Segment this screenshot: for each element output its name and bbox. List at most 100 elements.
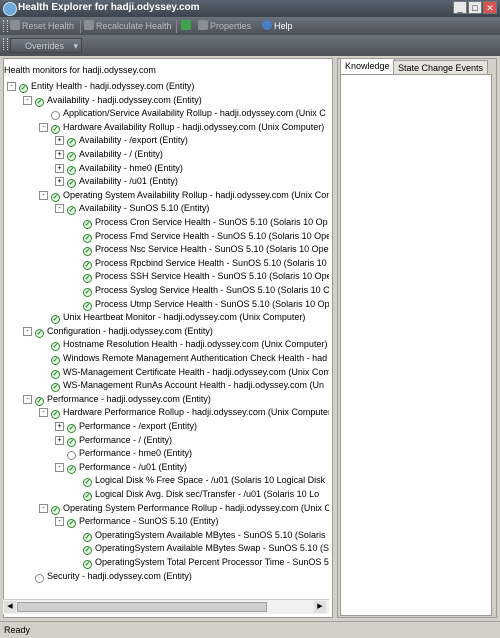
scroll-left-icon[interactable]: ◀ (4, 601, 16, 613)
collapse-icon[interactable]: - (23, 326, 32, 336)
tree-node[interactable]: ✓ Process Rpcbind Service Health - SunOS … (71, 257, 327, 270)
help-icon (262, 20, 272, 30)
tree-node-label: Performance - hme0 (Entity) (79, 448, 193, 459)
tree-node-label: Availability - SunOS 5.10 (Entity) (79, 203, 210, 214)
healthy-state-icon: ✓ (51, 383, 60, 393)
tree-node[interactable]: - ✓ Hardware Performance Rollup - hadji.od… (39, 406, 329, 420)
healthy-state-icon: ✓ (51, 192, 60, 202)
tree-node[interactable]: ✓ Logical Disk Avg. Disk sec/Transfer - /… (71, 488, 319, 501)
tree-node[interactable]: ✓ Process SSH Service Health - SunOS 5.10… (71, 270, 329, 284)
collapse-icon[interactable]: - (39, 122, 48, 132)
tree-node[interactable]: + ✓ Availability - /export (Entity) (55, 134, 188, 148)
healthy-state-icon: ✓ (51, 342, 60, 352)
healthy-state-icon: ✓ (83, 301, 92, 311)
reset-health-icon (10, 20, 20, 30)
refresh-icon (181, 20, 191, 30)
minimize-button[interactable]: _ (453, 1, 467, 14)
tree-node[interactable]: - ✓ Availability - hadji.odyssey.com (Enti… (23, 94, 202, 107)
unmonitored-state-icon: ✓ (67, 451, 76, 461)
properties-button[interactable]: Properties (198, 20, 251, 33)
tree-node[interactable]: ✓ WS-Management RunAs Account Health - ha… (39, 379, 324, 393)
healthy-state-icon: ✓ (67, 464, 76, 474)
tree-node[interactable]: ✓ Process Nsc Service Health - SunOS 5.10… (71, 243, 329, 257)
maximize-button[interactable]: □ (468, 1, 482, 14)
tree-node[interactable]: ✓ Windows Remote Management Authenticatio… (39, 352, 327, 365)
tree-node[interactable]: + ✓ Performance - / (Entity) (55, 434, 172, 447)
tree-node[interactable]: ✓Application/Service Availability Rollup… (39, 107, 326, 121)
tree-node[interactable]: ✓ Process Utmp Service Health - SunOS 5.1… (71, 298, 329, 311)
tree-node[interactable]: - ✓ Entity Health - hadji.odyssey.com (Ent… (7, 80, 194, 93)
tree-node[interactable]: ✓Performance - hme0 (Entity) (55, 447, 193, 461)
tree-node-label: Process Fmd Service Health - SunOS 5.10 … (95, 230, 329, 241)
health-tree[interactable]: - ✓ Entity Health - hadji.odyssey.com (Ent… (3, 80, 329, 594)
tab-knowledge[interactable]: Knowledge (340, 58, 395, 74)
tree-node[interactable]: ✓ Process Syslog Service Health - SunOS 5… (71, 284, 329, 297)
collapse-icon[interactable]: - (55, 204, 64, 214)
collapse-icon[interactable]: - (39, 503, 48, 513)
tree-node[interactable]: - ✓ Configuration - hadji.odyssey.com (Ent… (23, 325, 213, 338)
healthy-state-icon: ✓ (83, 546, 92, 556)
collapse-icon[interactable]: - (55, 517, 64, 527)
refresh-button[interactable] (181, 20, 193, 33)
scroll-right-icon[interactable]: ▶ (314, 601, 326, 613)
recalculate-health-button[interactable]: Recalculate Health (84, 20, 172, 33)
tree-node[interactable]: - ✓ Performance - /u01 (Entity) (55, 461, 187, 474)
tree-node[interactable]: - ✓ Performance - hadji.odyssey.com (Entit… (23, 393, 211, 406)
tree-node[interactable]: ✓ Process Fmd Service Health - SunOS 5.10… (71, 230, 329, 243)
toolbar-separator (80, 20, 81, 33)
healthy-state-icon: ✓ (83, 560, 92, 569)
tree-node-label: OperatingSystem Available MBytes Swap - … (95, 543, 329, 554)
tree-node[interactable]: ✓ OperatingSystem Available MBytes Swap -… (71, 542, 329, 556)
close-button[interactable]: ✕ (483, 1, 497, 14)
tree-node[interactable]: + ✓ Availability - / (Entity) (55, 148, 163, 161)
overrides-dropdown[interactable]: Overrides ▾ (10, 38, 82, 53)
tree-node[interactable]: ✓ Hostname Resolution Health - hadji.odys… (39, 338, 327, 352)
scrollbar-thumb[interactable] (17, 602, 267, 612)
tree-node[interactable]: ✓ OperatingSystem Total Percent Processor… (71, 556, 329, 569)
expand-icon[interactable]: + (55, 150, 64, 159)
tree-node-label: Process Utmp Service Health - SunOS 5.10… (95, 298, 329, 309)
tree-node[interactable]: - ✓ Availability - SunOS 5.10 (Entity) (55, 202, 210, 216)
expand-icon[interactable]: + (55, 177, 64, 187)
horizontal-scrollbar[interactable]: ◀ ▶ (3, 599, 329, 614)
tree-node[interactable]: ✓ WS-Management Certificate Health - hadj… (39, 366, 329, 379)
tree-node[interactable]: ✓ Process Cron Service Health - SunOS 5.1… (71, 216, 328, 229)
tree-node-label: Process SSH Service Health - SunOS 5.10 … (95, 271, 329, 282)
healthy-state-icon: ✓ (35, 328, 44, 338)
expand-icon[interactable]: + (55, 435, 64, 445)
chevron-down-icon: ▾ (73, 41, 78, 51)
expand-icon[interactable]: + (55, 136, 64, 146)
collapse-icon[interactable]: - (23, 95, 32, 105)
collapse-icon[interactable]: - (7, 82, 16, 91)
collapse-icon[interactable]: - (39, 190, 48, 200)
tree-node[interactable]: + ✓ Performance - /export (Entity) (55, 420, 197, 433)
tree-node[interactable]: ✓Security - hadji.odyssey.com (Entity) (23, 570, 192, 583)
healthy-state-icon: ✓ (67, 138, 76, 148)
tree-node[interactable]: - ✓ Operating System Performance Rollup - … (39, 502, 329, 515)
tree-node[interactable]: ✓ Logical Disk % Free Space - /u01 (Solar… (71, 474, 325, 488)
collapse-icon[interactable]: - (39, 408, 48, 418)
healthy-state-icon: ✓ (83, 532, 92, 542)
reset-health-button[interactable]: Reset Health (10, 20, 74, 33)
tree-node[interactable]: ✓ Unix Heartbeat Monitor - hadji.odyssey.… (39, 311, 305, 325)
tree-node[interactable]: + ✓ Availability - hme0 (Entity) (55, 162, 183, 175)
tree-node[interactable]: - ✓ Performance - SunOS 5.10 (Entity) (55, 515, 219, 529)
tree-node-label: Configuration - hadji.odyssey.com (Entit… (47, 325, 213, 336)
expand-icon[interactable]: + (55, 163, 64, 173)
collapse-icon[interactable]: - (23, 394, 32, 404)
collapse-icon[interactable]: - (55, 462, 64, 472)
tree-node[interactable]: + ✓ Availability - /u01 (Entity) (55, 175, 178, 189)
toolbar-grip[interactable] (3, 20, 8, 32)
knowledge-content (340, 74, 492, 616)
healthy-state-icon: ✓ (19, 84, 28, 93)
help-button[interactable]: Help (262, 20, 293, 33)
tree-node[interactable]: - ✓ Operating System Availability Rollup -… (39, 189, 329, 202)
tab-state-change-events[interactable]: State Change Events (393, 60, 489, 74)
tree-node[interactable]: ✓ OperatingSystem Available MBytes - SunO… (71, 529, 325, 542)
tree-node[interactable]: - ✓ Hardware Availability Rollup - hadji.o… (39, 121, 324, 134)
tree-node-label: Security - hadji.odyssey.com (Entity) (47, 570, 192, 581)
toolbar-grip[interactable] (3, 38, 8, 50)
healthy-state-icon: ✓ (67, 152, 76, 161)
expand-icon[interactable]: + (55, 422, 64, 431)
tree-node-label: Availability - / (Entity) (79, 149, 163, 159)
